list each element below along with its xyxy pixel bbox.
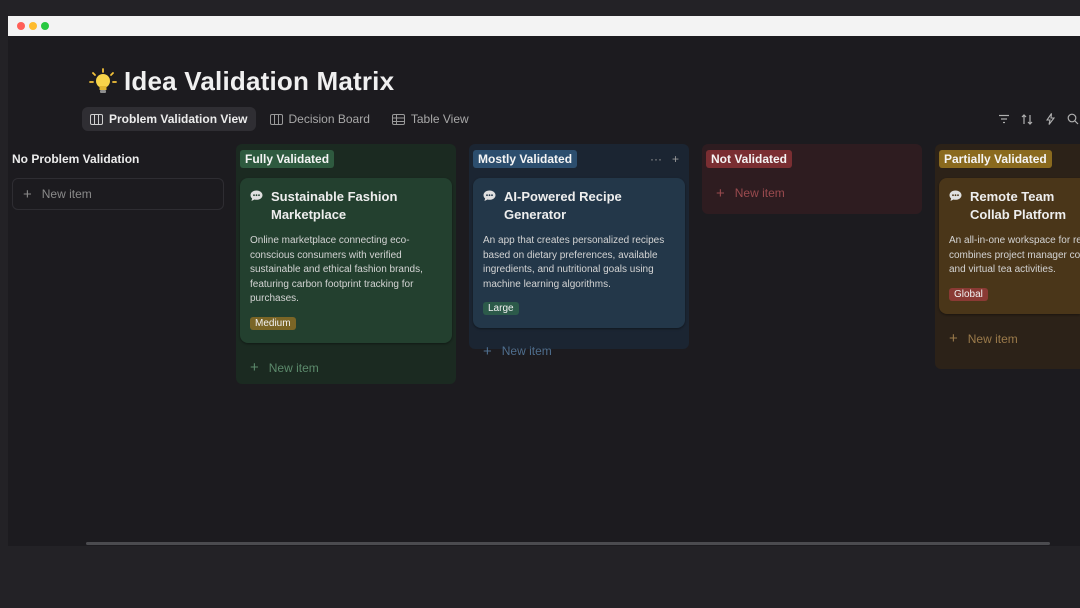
tab-label: Decision Board [288,112,370,126]
page-title: Idea Validation Matrix [124,66,395,96]
plus-icon: + [483,342,492,360]
card[interactable]: Remote Team Collab Platform An all-in-on… [939,178,1080,314]
close-window-button[interactable] [17,22,25,30]
horizontal-scrollbar[interactable] [86,542,1050,545]
column-partially-validated: Partially Validated Remote Team Collab P… [935,144,1080,369]
tab-decision-board[interactable]: Decision Board [262,107,378,131]
new-item-button[interactable]: + New item [240,353,452,383]
plus-icon: + [23,185,32,203]
chat-bubble-icon [483,190,496,201]
column-tools: ··· + [650,152,679,166]
column-header: Fully Validated [236,144,456,174]
chat-bubble-icon [949,190,962,201]
column-header: No Problem Validation [8,144,228,174]
chat-bubble-icon [250,190,263,201]
new-item-label: New item [967,331,1018,346]
sort-icon[interactable] [1020,112,1034,126]
card[interactable]: AI-Powered Recipe Generator An app that … [473,178,685,328]
column-label: Partially Validated [939,150,1052,168]
maximize-window-button[interactable] [41,22,49,30]
new-item-button[interactable]: + New item [706,178,918,208]
column-not-validated: Not Validated + New item [702,144,922,214]
column-label: Fully Validated [240,150,335,168]
new-item-label: New item [501,344,552,358]
card-title: AI-Powered Recipe Generator [483,188,675,224]
more-options-icon[interactable]: ··· [650,152,662,166]
card-title: Sustainable Fashion Marketplace [250,188,442,224]
plus-icon: + [716,184,725,202]
kanban-board: No Problem Validation + New item Fully V… [8,144,1080,544]
card-description: Online marketplace connecting eco-consci… [250,235,423,304]
new-item-label: New item [268,360,319,375]
column-no-problem-validation: No Problem Validation + New item [8,144,228,224]
column-header: Mostly Validated ··· + [469,144,689,174]
column-label: No Problem Validation [12,152,140,166]
column-label: Not Validated [706,150,793,168]
card-description: An all-in-one workspace for rem that com… [949,235,1080,275]
board-view-icon [90,113,103,125]
size-tag: Medium [250,316,296,330]
tab-problem-validation-view[interactable]: Problem Validation View [82,107,256,131]
app-window: Idea Validation Matrix Problem Validatio… [8,16,1080,546]
lightning-icon[interactable] [1043,112,1057,126]
card[interactable]: Sustainable Fashion Marketplace Online m… [240,178,452,343]
card-title: Remote Team Collab Platform [949,188,1070,224]
column-mostly-validated: Mostly Validated ··· + AI-Powered Recipe… [469,144,689,360]
region-tag: Global [949,287,988,301]
column-fully-validated: Fully Validated Sustainable Fashion Mark… [236,144,456,384]
tab-label: Problem Validation View [109,112,248,126]
new-item-button[interactable]: + New item [939,324,1076,354]
view-toolbar [988,112,1080,126]
plus-icon: + [250,359,259,376]
new-item-button[interactable]: + New item [473,336,685,366]
column-header: Not Validated [702,144,922,174]
page-header: Idea Validation Matrix [88,66,394,97]
minimize-window-button[interactable] [29,22,37,30]
new-item-button[interactable]: + New item [12,178,224,210]
column-header: Partially Validated [935,144,1080,174]
plus-icon: + [949,330,958,347]
card-description: An app that creates personalized recipes… [483,235,665,290]
window-titlebar [8,16,1080,36]
view-tabs: Problem Validation View Decision Board T… [82,107,483,131]
size-tag: Large [483,302,519,315]
new-item-label: New item [41,187,92,201]
tab-table-view[interactable]: Table View [384,107,477,131]
table-view-icon [391,113,405,125]
add-card-icon[interactable]: + [672,152,679,166]
lightbulb-icon [89,67,117,93]
board-view-icon [269,113,283,125]
tab-label: Table View [410,112,469,126]
new-item-label: New item [734,186,785,200]
filter-icon[interactable] [997,112,1011,126]
column-label: Mostly Validated [473,150,578,168]
search-icon[interactable] [1066,112,1080,126]
